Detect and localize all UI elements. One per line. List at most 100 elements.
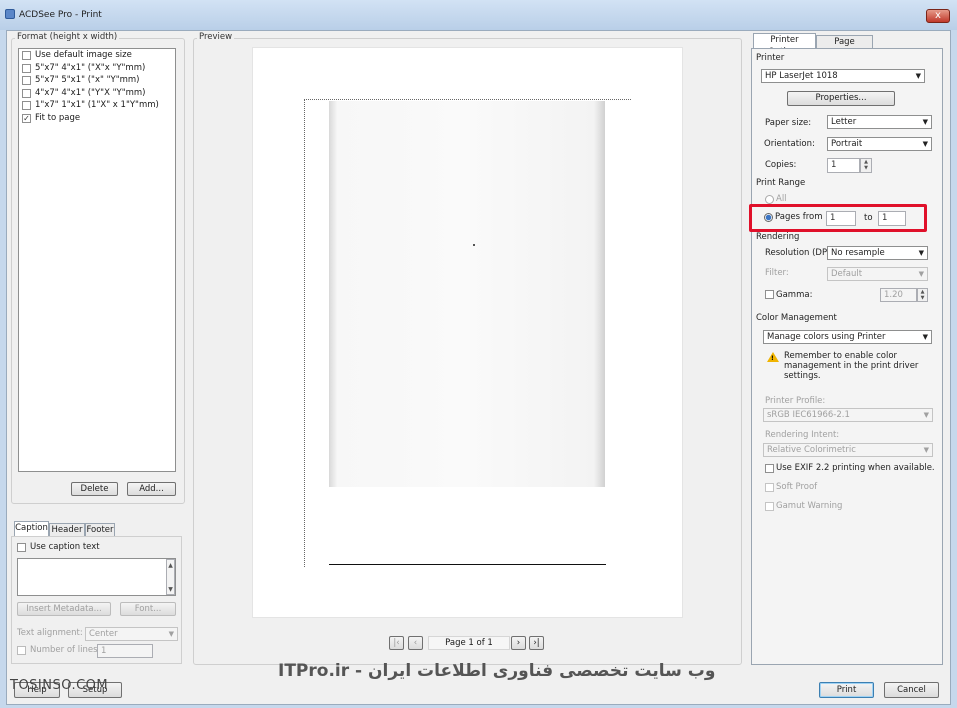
rendering-label: Rendering [756, 232, 800, 242]
number-of-lines-checkbox[interactable] [17, 646, 26, 655]
highlight-box [749, 204, 927, 232]
color-management-label: Color Management [756, 313, 837, 323]
orientation-select[interactable]: Portrait ▼ [827, 137, 932, 151]
number-of-lines-label: Number of lines: [30, 645, 101, 655]
window-title: ACDSee Pro - Print [19, 10, 102, 20]
page-indicator: Page 1 of 1 [428, 636, 510, 650]
format-group-label: Format (height x width) [15, 32, 120, 42]
number-of-lines-field[interactable]: 1 [97, 644, 153, 658]
rendering-intent-value: Relative Colorimetric [767, 445, 856, 455]
format-item-checkbox[interactable] [22, 76, 31, 85]
caption-textarea[interactable]: ▲ ▼ [17, 558, 176, 596]
watermark-center: وب سایت تخصصی فناوری اطلاعات ایران - ITP… [278, 661, 716, 681]
soft-proof-label: Soft Proof [776, 482, 818, 492]
paper-size-label: Paper size: [765, 118, 812, 128]
tab-page-settings[interactable]: Page Settings [816, 35, 873, 59]
chevron-down-icon: ▼ [922, 140, 928, 148]
tab-caption[interactable]: Caption [14, 521, 49, 536]
tab-printer-options[interactable]: Printer Options [753, 33, 816, 57]
printer-profile-select[interactable]: sRGB IEC61966-2.1 ▼ [763, 408, 933, 422]
insert-metadata-button[interactable]: Insert Metadata... [17, 602, 111, 616]
format-item-checkbox[interactable] [22, 63, 31, 73]
filter-value: Default [831, 269, 863, 279]
format-item-label: 5"x7" 5"x1" ("x" "Y"mm) [35, 75, 140, 85]
first-page-button[interactable]: |‹ [389, 636, 404, 650]
preview-image-dot [473, 244, 475, 246]
rendering-intent-select[interactable]: Relative Colorimetric ▼ [763, 443, 933, 457]
format-item[interactable]: Use default image size [19, 49, 175, 62]
format-item[interactable]: ✓ Fit to page [19, 112, 175, 125]
last-page-button[interactable]: ›| [529, 636, 544, 650]
orientation-label: Orientation: [764, 139, 815, 149]
chevron-down-icon: ▼ [918, 270, 924, 278]
title-bar [0, 0, 957, 30]
printer-profile-label: Printer Profile: [765, 396, 826, 406]
gamut-warning-label: Gamut Warning [776, 501, 843, 511]
format-item-label: Fit to page [35, 112, 81, 123]
delete-button[interactable]: Delete [71, 482, 118, 496]
chevron-down-icon: ▼ [923, 411, 929, 419]
next-page-button[interactable]: › [511, 636, 526, 650]
resolution-select[interactable]: No resample ▼ [827, 246, 928, 260]
gamma-spinner[interactable]: ▲ ▼ [917, 288, 928, 302]
printer-select[interactable]: HP LaserJet 1018 ▼ [761, 69, 925, 83]
paper-size-select[interactable]: Letter ▼ [827, 115, 932, 129]
printer-value: HP LaserJet 1018 [765, 71, 838, 81]
gamma-label: Gamma: [776, 290, 813, 300]
range-all-label: All [776, 194, 787, 204]
format-item[interactable]: 5"x7" 5"x1" ("x" "Y"mm) [19, 74, 175, 87]
format-item-checkbox[interactable] [22, 88, 31, 98]
print-range-label: Print Range [756, 178, 806, 188]
filter-label: Filter: [765, 268, 789, 278]
chevron-down-icon: ▼ [918, 249, 924, 257]
copies-spinner[interactable]: ▲ ▼ [860, 158, 872, 173]
text-alignment-label: Text alignment: [17, 628, 83, 638]
orientation-value: Portrait [831, 139, 863, 149]
gamut-warning-checkbox[interactable] [765, 502, 774, 511]
cancel-button[interactable]: Cancel [884, 682, 939, 698]
format-item-label: 4"x7" 4"x1" ("Y"X "Y"mm) [35, 87, 146, 98]
printer-label: Printer [756, 53, 785, 63]
copies-field[interactable]: 1 [827, 158, 860, 173]
properties-button[interactable]: Properties... [787, 91, 895, 106]
tab-footer[interactable]: Footer [85, 523, 115, 536]
warning-text: Remember to enable color management in t… [784, 351, 919, 381]
format-item-label: Use default image size [35, 50, 132, 60]
preview-image [329, 101, 605, 487]
prev-page-button[interactable]: ‹ [408, 636, 423, 650]
exif-checkbox[interactable] [765, 464, 774, 473]
filter-select[interactable]: Default ▼ [827, 267, 928, 281]
add-button[interactable]: Add... [127, 482, 176, 496]
text-alignment-select[interactable]: Center ▼ [85, 627, 178, 641]
soft-proof-checkbox[interactable] [765, 483, 774, 492]
caption-scrollbar[interactable]: ▲ ▼ [166, 559, 175, 595]
resolution-label: Resolution (DPI): [765, 248, 836, 258]
format-list[interactable]: Use default image size 5"x7" 4"x1" ("X"x … [18, 48, 176, 472]
tab-header[interactable]: Header [49, 523, 85, 536]
print-button[interactable]: Print [819, 682, 874, 698]
preview-group-label: Preview [197, 32, 235, 42]
chevron-down-icon: ▼ [922, 333, 928, 341]
format-item-checkbox[interactable]: ✓ [22, 113, 31, 123]
resolution-value: No resample [831, 248, 885, 258]
close-button[interactable]: x [926, 9, 950, 23]
chevron-down-icon: ▼ [915, 72, 921, 80]
format-item-checkbox[interactable] [22, 101, 31, 110]
format-item[interactable]: 1"x7" 1"x1" (1"X" x 1"Y"mm) [19, 99, 175, 112]
format-item[interactable]: 5"x7" 4"x1" ("X"x "Y"mm) [19, 62, 175, 75]
format-item[interactable]: 4"x7" 4"x1" ("Y"X "Y"mm) [19, 87, 175, 100]
font-button[interactable]: Font... [120, 602, 176, 616]
format-item-checkbox[interactable] [22, 51, 31, 60]
range-all-radio[interactable] [765, 195, 774, 204]
chevron-down-icon: ▼ [168, 630, 174, 638]
watermark-left: TOSINSO.COM [10, 678, 109, 693]
color-management-select[interactable]: Manage colors using Printer ▼ [763, 330, 932, 344]
use-caption-checkbox[interactable] [17, 543, 26, 552]
chevron-down-icon: ▼ [923, 446, 929, 454]
warning-icon-mark: ! [771, 355, 774, 362]
gamma-field[interactable]: 1.20 [880, 288, 917, 302]
gamma-checkbox[interactable] [765, 290, 774, 299]
chevron-down-icon: ▼ [922, 118, 928, 126]
app-icon [5, 9, 15, 19]
text-alignment-value: Center [89, 629, 118, 639]
